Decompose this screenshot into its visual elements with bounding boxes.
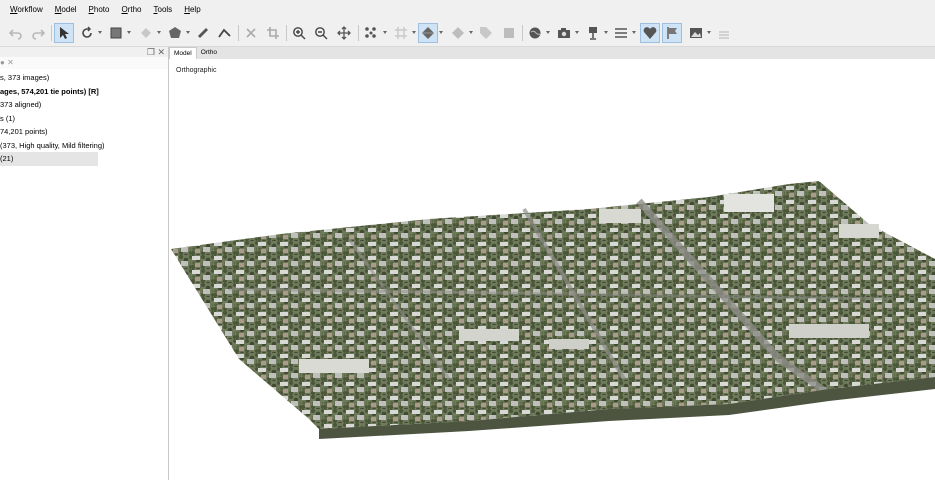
texture-icon[interactable]	[499, 23, 519, 43]
draw-line-icon[interactable]	[215, 23, 235, 43]
toolbar	[0, 20, 935, 47]
building	[549, 339, 589, 349]
workspace-panel-header: ❐ ✕	[0, 47, 168, 57]
disable-icon[interactable]: ●	[0, 58, 5, 67]
close-icon[interactable]: ✕	[157, 47, 165, 57]
tree-row-depth-maps[interactable]: (373, High quality, Mild filtering)	[0, 139, 168, 153]
menu-model[interactable]: Model	[49, 0, 83, 20]
polygon-icon[interactable]	[165, 23, 185, 43]
zoom-in-icon[interactable]	[289, 23, 309, 43]
camera-icon[interactable]	[554, 23, 574, 43]
city-model-render[interactable]	[169, 59, 935, 480]
workspace-tree: s, 373 images) ages, 574,201 tie points)…	[0, 71, 168, 166]
tab-ortho[interactable]: Ortho	[197, 47, 221, 59]
rectangle-select-icon[interactable]	[106, 23, 126, 43]
delete-icon[interactable]	[241, 23, 261, 43]
view-tabs: Model Ortho	[169, 47, 935, 59]
view-mode-label: Orthographic	[176, 67, 217, 74]
points-icon[interactable]	[361, 23, 381, 43]
tree-row-chunk-active[interactable]: ages, 574,201 tie points) [R]	[0, 85, 168, 99]
tree-row-cameras[interactable]: 373 aligned)	[0, 98, 168, 112]
menu-bar: Workflow Model Photo Ortho Tools Help	[0, 0, 935, 20]
menu-ortho[interactable]: Ortho	[115, 0, 147, 20]
float-panel-icon[interactable]: ❐	[147, 47, 155, 57]
tree-row-chunk[interactable]: s, 373 images)	[0, 71, 168, 85]
list-icon[interactable]	[611, 23, 631, 43]
building	[789, 324, 869, 338]
building	[299, 359, 369, 373]
tree-row-tie-points[interactable]: 74,201 points)	[0, 125, 168, 139]
model-viewport[interactable]: Orthographic	[169, 59, 935, 480]
building	[459, 329, 519, 341]
tree-row-model[interactable]: (21)	[0, 152, 98, 166]
tag-icon[interactable]	[476, 23, 496, 43]
shape-icon[interactable]	[136, 23, 156, 43]
flag-icon[interactable]	[662, 23, 682, 43]
grid-icon[interactable]	[391, 23, 411, 43]
image-icon[interactable]	[686, 23, 706, 43]
cameras-icon[interactable]	[583, 23, 603, 43]
select-arrow-icon[interactable]	[54, 23, 74, 43]
ruler-icon[interactable]	[193, 23, 213, 43]
crop-icon[interactable]	[263, 23, 283, 43]
workspace-toolbar: ● ✕	[0, 57, 168, 69]
menu-photo[interactable]: Photo	[83, 0, 116, 20]
menu-workflow[interactable]: Workflow	[4, 0, 49, 20]
zoom-out-icon[interactable]	[311, 23, 331, 43]
remove-icon[interactable]: ✕	[7, 58, 14, 67]
tab-model[interactable]: Model	[169, 47, 197, 59]
shaded-view-icon[interactable]	[448, 23, 468, 43]
menu-tools[interactable]: Tools	[148, 0, 179, 20]
building	[599, 209, 641, 223]
redo-icon[interactable]	[28, 23, 48, 43]
building	[839, 224, 879, 238]
undo-icon[interactable]	[6, 23, 26, 43]
tree-row-markers[interactable]: s (1)	[0, 112, 168, 126]
menu-help[interactable]: Help	[178, 0, 206, 20]
layers-icon[interactable]	[714, 23, 734, 43]
rotate-icon[interactable]	[77, 23, 97, 43]
move-icon[interactable]	[334, 23, 354, 43]
globe-icon[interactable]	[525, 23, 545, 43]
model-view-icon[interactable]	[418, 23, 438, 43]
heart-shape-icon[interactable]	[640, 23, 660, 43]
building	[724, 194, 774, 212]
workspace-panel: ❐ ✕ ● ✕ s, 373 images) ages, 574,201 tie…	[0, 47, 169, 480]
